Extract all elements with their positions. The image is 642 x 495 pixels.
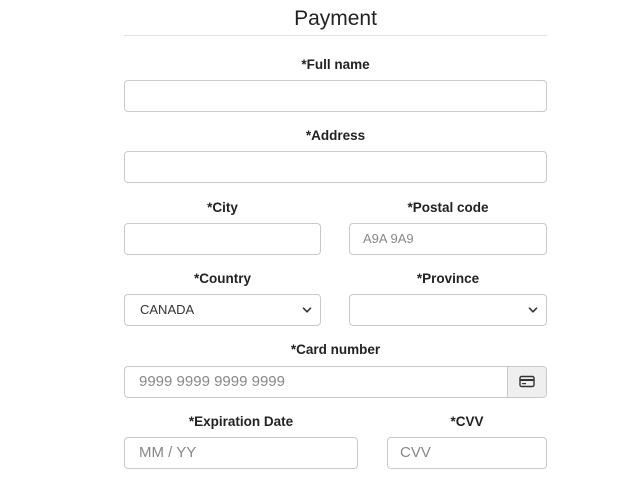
postal-code-label: *Postal code [407, 200, 489, 215]
country-select[interactable]: CANADA [124, 294, 321, 326]
country-selected-value: CANADA [140, 302, 195, 317]
cvv-input[interactable]: CVV [387, 437, 547, 469]
city-input[interactable] [124, 223, 321, 255]
province-select[interactable] [349, 294, 547, 326]
chevron-down-icon [302, 307, 312, 313]
expiration-date-placeholder: MM / YY [139, 444, 197, 461]
expiration-date-input[interactable]: MM / YY [124, 437, 358, 469]
expiration-date-label: *Expiration Date [188, 414, 294, 429]
province-label: *Province [416, 271, 480, 286]
address-input[interactable] [124, 151, 547, 183]
title-divider [124, 35, 547, 36]
address-label: *Address [305, 128, 366, 143]
card-number-input[interactable]: 9999 9999 9999 9999 [124, 366, 547, 398]
credit-card-icon [519, 375, 535, 388]
postal-code-input[interactable]: A9A 9A9 [349, 223, 547, 255]
chevron-down-icon [528, 307, 538, 313]
postal-code-placeholder: A9A 9A9 [363, 231, 414, 246]
country-label: *Country [194, 271, 251, 286]
card-icon-addon [507, 367, 546, 397]
full-name-input[interactable] [124, 80, 547, 112]
page-title: Payment [294, 7, 377, 30]
card-number-placeholder: 9999 9999 9999 9999 [139, 373, 285, 390]
cvv-placeholder: CVV [400, 444, 431, 461]
full-name-label: *Full name [301, 57, 370, 72]
cvv-label: *CVV [450, 414, 484, 429]
card-number-label: *Card number [290, 342, 381, 357]
city-label: *City [207, 200, 238, 215]
